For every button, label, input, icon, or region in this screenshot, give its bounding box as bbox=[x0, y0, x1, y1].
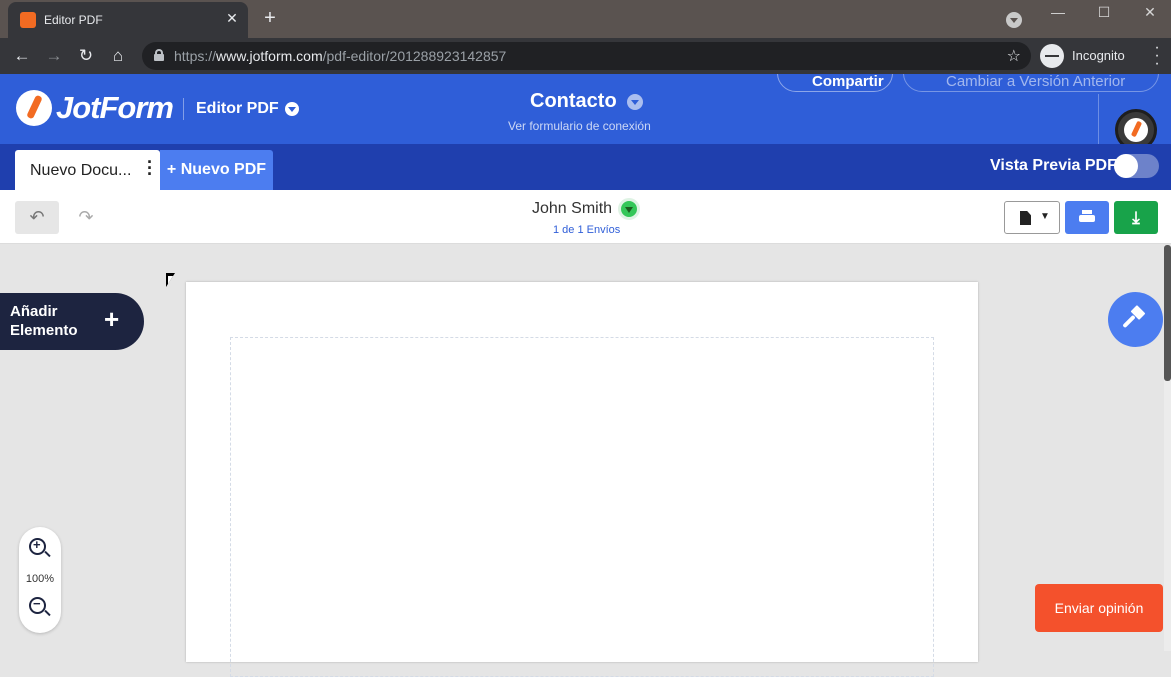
revert-label: Cambiar a Versión Anterior bbox=[946, 74, 1126, 90]
tools-button[interactable] bbox=[1108, 292, 1163, 347]
new-tab-icon[interactable]: + bbox=[258, 7, 282, 30]
form-title[interactable]: Contacto bbox=[530, 90, 617, 113]
browser-tab-strip: Editor PDF ✕ + — ☐ ✕ bbox=[0, 0, 1171, 38]
form-subtitle-link[interactable]: Ver formulario de conexión bbox=[508, 119, 651, 133]
undo-button[interactable]: ↶ bbox=[15, 201, 59, 234]
app-switcher-label[interactable]: Editor PDF bbox=[196, 100, 279, 118]
add-element-label: Añadir Elemento bbox=[10, 303, 78, 339]
document-tab-label: Nuevo Docu... bbox=[30, 162, 132, 179]
revert-version-button[interactable]: ← Cambiar a Versión Anterior bbox=[903, 74, 1159, 92]
new-pdf-button[interactable]: + Nuevo PDF bbox=[160, 150, 273, 190]
forward-icon[interactable]: → bbox=[43, 45, 65, 67]
mouse-cursor-icon bbox=[166, 273, 178, 291]
hammer-icon bbox=[1124, 306, 1146, 330]
chevron-down-icon: ▼ bbox=[1040, 211, 1050, 222]
zoom-in-icon[interactable]: + bbox=[29, 537, 51, 560]
tab-document[interactable]: Nuevo Docu... · · · bbox=[15, 150, 160, 190]
zoom-level: 100% bbox=[25, 573, 55, 585]
minimize-icon[interactable]: — bbox=[1048, 4, 1068, 20]
zoom-out-icon[interactable]: − bbox=[29, 596, 51, 619]
incognito-profile[interactable]: Incognito bbox=[1040, 43, 1130, 69]
submission-count: 1 de 1 Envíos bbox=[553, 224, 621, 236]
jotform-logo-icon[interactable] bbox=[16, 90, 52, 126]
print-button[interactable] bbox=[1065, 201, 1109, 234]
url-text: https://www.jotform.com/pdf-editor/20128… bbox=[174, 48, 507, 64]
share-button[interactable]: ↗ Compartir bbox=[777, 74, 893, 92]
kebab-menu-icon[interactable]: · · · bbox=[146, 153, 154, 183]
arrow-left-icon: ← bbox=[922, 79, 937, 91]
scrollbar-thumb[interactable] bbox=[1164, 245, 1171, 381]
form-chevron-down-icon[interactable] bbox=[627, 94, 643, 110]
undo-icon: ↶ bbox=[29, 207, 45, 227]
pdf-page[interactable] bbox=[186, 282, 978, 677]
page-settings-dropdown[interactable]: ▼ bbox=[1004, 201, 1060, 234]
plus-icon: + bbox=[104, 304, 120, 334]
bookmark-star-icon[interactable]: ☆ bbox=[1007, 46, 1021, 66]
reload-icon[interactable]: ↻ bbox=[75, 45, 97, 67]
download-button[interactable]: ⤓ bbox=[1114, 201, 1158, 234]
header-divider bbox=[183, 98, 184, 120]
jotform-favicon-icon bbox=[20, 12, 36, 28]
pdf-preview-label: Vista Previa PDF bbox=[990, 157, 1117, 174]
feedback-button[interactable]: Enviar opinión bbox=[1035, 584, 1163, 632]
browser-tab[interactable]: Editor PDF ✕ bbox=[8, 2, 248, 38]
window-close-icon[interactable]: ✕ bbox=[1140, 4, 1160, 21]
chevron-down-icon[interactable] bbox=[285, 102, 299, 116]
address-bar[interactable]: https://www.jotform.com/pdf-editor/20128… bbox=[142, 42, 1031, 70]
logo-text[interactable]: JotForm bbox=[56, 90, 174, 126]
share-label: Compartir bbox=[812, 74, 884, 90]
toggle-knob bbox=[1114, 154, 1138, 178]
avatar[interactable] bbox=[1115, 109, 1157, 144]
submission-selector[interactable]: John Smith bbox=[532, 200, 612, 218]
submission-chevron-down-icon[interactable] bbox=[618, 198, 640, 220]
document-tab-bar: Nuevo Docu... · · · + Nuevo PDF Vista Prev… bbox=[0, 144, 1171, 190]
back-icon[interactable]: ← bbox=[11, 45, 33, 67]
scrollbar[interactable] bbox=[1164, 245, 1171, 651]
share-icon: ↗ bbox=[790, 79, 803, 91]
editor-toolbar: ↶ ↷ John Smith 1 de 1 Envíos ▼ ⤓ bbox=[0, 190, 1171, 244]
app-header: JotForm Editor PDF Contacto Ver formular… bbox=[0, 74, 1171, 144]
download-icon: ⤓ bbox=[1132, 208, 1140, 227]
redo-button[interactable]: ↷ bbox=[68, 201, 104, 234]
zoom-control: + 100% − bbox=[19, 527, 61, 633]
add-element-button[interactable]: Añadir Elemento + bbox=[0, 293, 144, 350]
redo-icon: ↷ bbox=[78, 207, 94, 227]
incognito-icon bbox=[1040, 44, 1064, 68]
header-vertical-divider bbox=[1098, 94, 1099, 144]
home-icon[interactable]: ⌂ bbox=[107, 45, 129, 67]
maximize-icon[interactable]: ☐ bbox=[1094, 4, 1114, 21]
pdf-canvas: Añadir Elemento + + 100% − Enviar opinió… bbox=[0, 245, 1171, 677]
incognito-label: Incognito bbox=[1072, 48, 1125, 63]
close-tab-icon[interactable]: ✕ bbox=[224, 10, 240, 27]
browser-tab-title: Editor PDF bbox=[44, 13, 103, 27]
lock-icon bbox=[154, 49, 164, 61]
browser-toolbar: ← → ↻ ⌂ https://www.jotform.com/pdf-edit… bbox=[0, 38, 1171, 74]
tab-search-icon[interactable] bbox=[1006, 12, 1022, 28]
printer-icon bbox=[1079, 210, 1095, 224]
pdf-preview-toggle[interactable] bbox=[1114, 154, 1159, 178]
page-icon bbox=[1020, 211, 1031, 225]
page-content-area[interactable] bbox=[230, 337, 934, 677]
browser-menu-icon[interactable]: · · · bbox=[1150, 40, 1164, 72]
